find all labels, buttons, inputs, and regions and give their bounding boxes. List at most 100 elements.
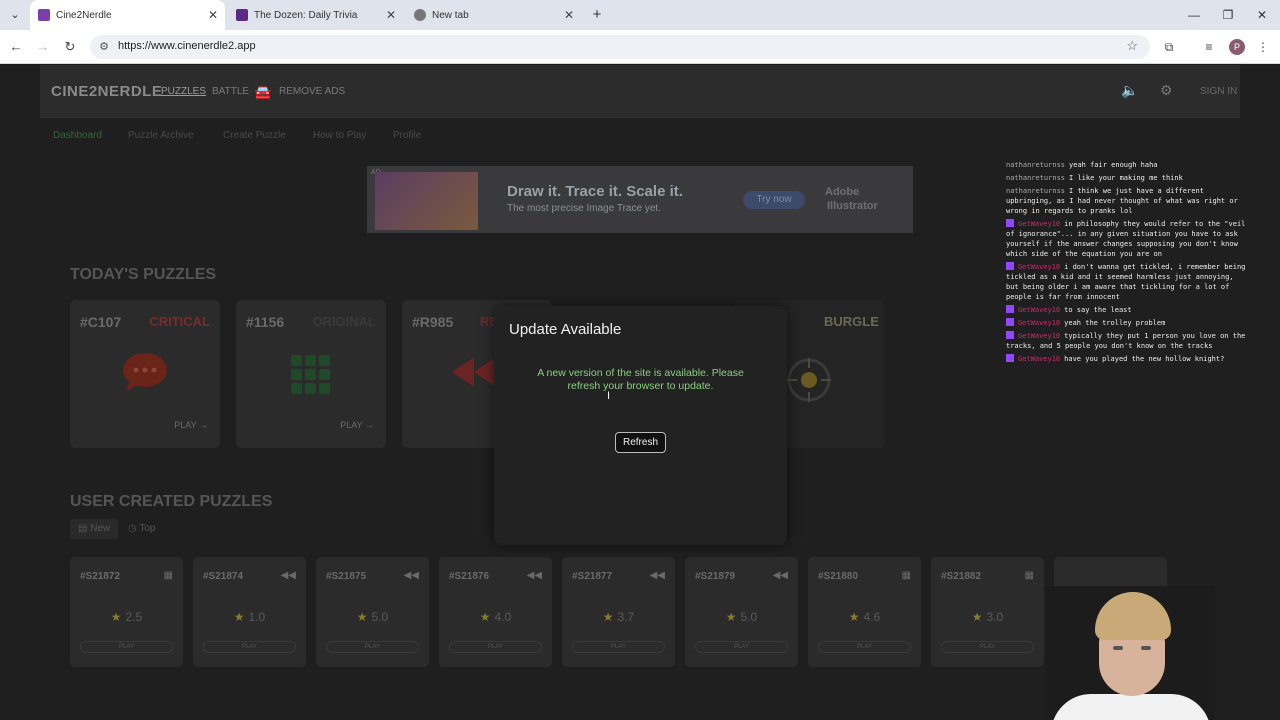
nav-remove-ads[interactable]: REMOVE ADS xyxy=(279,86,345,97)
browser-toolbar: ← → ↻ ⚙ https://www.cinenerdle2.app ☆ ⧉ … xyxy=(0,30,1280,64)
play-button[interactable]: PLAY xyxy=(326,641,419,653)
streamer-hair xyxy=(1095,592,1171,640)
nav-puzzles[interactable]: PUZZLES xyxy=(161,86,206,97)
rewind-icon: ◀◀ xyxy=(280,570,296,581)
subnav-puzzle-archive[interactable]: Puzzle Archive xyxy=(128,130,194,141)
webcam-overlay xyxy=(1045,586,1215,720)
ad-brand-line1: Adobe xyxy=(825,186,860,198)
text-cursor-icon: I xyxy=(607,390,611,402)
update-available-modal: Update Available A new version of the si… xyxy=(494,306,787,545)
rewind-icon xyxy=(452,357,496,387)
rating: ★ 3.0 xyxy=(971,610,1004,624)
play-button[interactable]: PLAY xyxy=(80,641,173,653)
car-icon[interactable]: 🚘 xyxy=(254,84,271,101)
close-tab-icon[interactable]: ✕ xyxy=(561,8,577,22)
puzzle-card-critical[interactable]: #C107 CRITICAL PLAY → xyxy=(70,300,220,448)
user-puzzle-card[interactable]: #S21876 ◀◀ ★ 4.0 PLAY xyxy=(439,557,552,667)
play-button[interactable]: PLAY xyxy=(449,641,542,653)
chat-message: nathanreturnss I think we just have a dif… xyxy=(1006,187,1238,215)
media-control-icon[interactable]: ≡ xyxy=(1200,38,1218,56)
bookmark-star-icon[interactable]: ☆ xyxy=(1126,38,1138,54)
new-tab-button[interactable]: + xyxy=(588,6,606,24)
extensions-icon[interactable]: ⧉ xyxy=(1160,38,1178,56)
minimize-icon[interactable]: — xyxy=(1184,7,1204,23)
play-button[interactable]: PLAY xyxy=(572,641,665,653)
more-menu-icon[interactable]: ⋮ xyxy=(1254,38,1272,56)
user-puzzle-card[interactable]: #S21877 ◀◀ ★ 3.7 PLAY xyxy=(562,557,675,667)
star-icon: ★ xyxy=(356,610,368,624)
rating: ★ 4.6 xyxy=(848,610,881,624)
settings-gear-icon[interactable]: ⚙ xyxy=(1160,82,1173,99)
subnav-dashboard[interactable]: Dashboard xyxy=(53,130,102,141)
filter-top[interactable]: ◷ Top xyxy=(120,519,163,539)
modal-title: Update Available xyxy=(509,321,622,338)
rating: ★ 3.7 xyxy=(602,610,635,624)
puzzle-number: #S21872 xyxy=(80,571,121,582)
subnav-profile[interactable]: Profile xyxy=(393,130,421,141)
puzzle-tag: CRITICAL xyxy=(149,314,210,329)
nav-battle[interactable]: BATTLE xyxy=(212,86,249,97)
volume-icon[interactable]: 🔈 xyxy=(1121,82,1138,99)
user-puzzle-card[interactable]: #S21879 ◀◀ ★ 5.0 PLAY xyxy=(685,557,798,667)
site-header: CINE2NERDLE PUZZLES BATTLE 🚘 REMOVE ADS … xyxy=(40,65,1240,118)
puzzle-card-original[interactable]: #1156 ORIGINAL PLAY → xyxy=(236,300,386,448)
rating: ★ 5.0 xyxy=(725,610,758,624)
address-bar[interactable]: ⚙ https://www.cinenerdle2.app ☆ xyxy=(90,35,1150,59)
tab-new-tab[interactable]: New tab ✕ xyxy=(406,0,581,30)
profile-avatar[interactable]: P xyxy=(1229,39,1245,55)
restore-icon[interactable]: ❐ xyxy=(1218,7,1238,23)
user-puzzle-card[interactable]: #S21880 ▦ ★ 4.6 PLAY xyxy=(808,557,921,667)
tab-cine2nerdle[interactable]: Cine2Nerdle ✕ xyxy=(30,0,225,30)
play-button[interactable]: PLAY xyxy=(818,641,911,653)
ad-try-now-button[interactable]: Try now xyxy=(743,191,805,209)
user-puzzle-card[interactable]: #S21874 ◀◀ ★ 1.0 PLAY xyxy=(193,557,306,667)
refresh-button[interactable]: Refresh xyxy=(615,432,666,453)
play-button[interactable]: PLAY xyxy=(203,641,296,653)
close-window-icon[interactable]: ✕ xyxy=(1252,7,1272,23)
subscriber-badge-icon xyxy=(1006,331,1014,339)
star-icon: ★ xyxy=(479,610,491,624)
back-icon[interactable]: ← xyxy=(7,38,25,56)
rewind-icon: ◀◀ xyxy=(649,570,665,581)
close-tab-icon[interactable]: ✕ xyxy=(383,8,399,22)
tab-search-icon[interactable]: ⌄ xyxy=(6,6,24,24)
site-logo[interactable]: CINE2NERDLE xyxy=(51,83,162,100)
puzzle-number: #S21880 xyxy=(818,571,859,582)
ad-headline: Draw it. Trace it. Scale it. xyxy=(507,183,683,200)
play-button[interactable]: PLAY xyxy=(941,641,1034,653)
play-button[interactable]: PLAY xyxy=(695,641,788,653)
chat-message: nathanreturnss I like your making me thin… xyxy=(1006,174,1183,182)
chrome-favicon-icon xyxy=(414,9,426,21)
sign-in-link[interactable]: SIGN IN xyxy=(1200,86,1237,97)
user-puzzle-card[interactable]: #S21882 ▦ ★ 3.0 PLAY xyxy=(931,557,1044,667)
play-link[interactable]: PLAY → xyxy=(174,420,208,430)
speech-bubble-icon xyxy=(123,353,167,391)
ad-banner[interactable]: AD Draw it. Trace it. Scale it. The most… xyxy=(367,166,913,233)
puzzle-tag: BURGLE xyxy=(824,314,879,329)
chat-message: GetWavey10 yeah the trolley problem xyxy=(1006,318,1250,328)
vault-dial-icon xyxy=(787,358,831,402)
user-puzzle-card[interactable]: #S21875 ◀◀ ★ 5.0 PLAY xyxy=(316,557,429,667)
the-dozen-favicon-icon xyxy=(236,9,248,21)
rating: ★ 4.0 xyxy=(479,610,512,624)
ad-brand-line2: Illustrator xyxy=(827,200,878,212)
star-icon: ★ xyxy=(602,610,614,624)
tab-the-dozen[interactable]: The Dozen: Daily Trivia ✕ xyxy=(228,0,403,30)
star-icon: ★ xyxy=(848,610,860,624)
star-icon: ★ xyxy=(110,610,122,624)
play-link[interactable]: PLAY → xyxy=(340,420,374,430)
reload-icon[interactable]: ↻ xyxy=(61,38,79,56)
user-puzzle-card[interactable]: #S21872 ▦ ★ 2.5 PLAY xyxy=(70,557,183,667)
chat-message: nathanreturnss yeah fair enough haha xyxy=(1006,161,1158,169)
subnav-create-puzzle[interactable]: Create Puzzle xyxy=(223,130,286,141)
subscriber-badge-icon xyxy=(1006,354,1014,362)
subscriber-badge-icon xyxy=(1006,262,1014,270)
filter-new[interactable]: ▤ New xyxy=(70,519,119,539)
close-tab-icon[interactable]: ✕ xyxy=(205,8,221,22)
url-text[interactable]: https://www.cinenerdle2.app xyxy=(118,40,256,52)
site-info-icon[interactable]: ⚙ xyxy=(96,39,112,55)
rewind-icon: ◀◀ xyxy=(526,570,542,581)
puzzle-number: #S21874 xyxy=(203,571,244,582)
subnav-how-to-play[interactable]: How to Play xyxy=(313,130,366,141)
forward-icon[interactable]: → xyxy=(34,38,52,56)
